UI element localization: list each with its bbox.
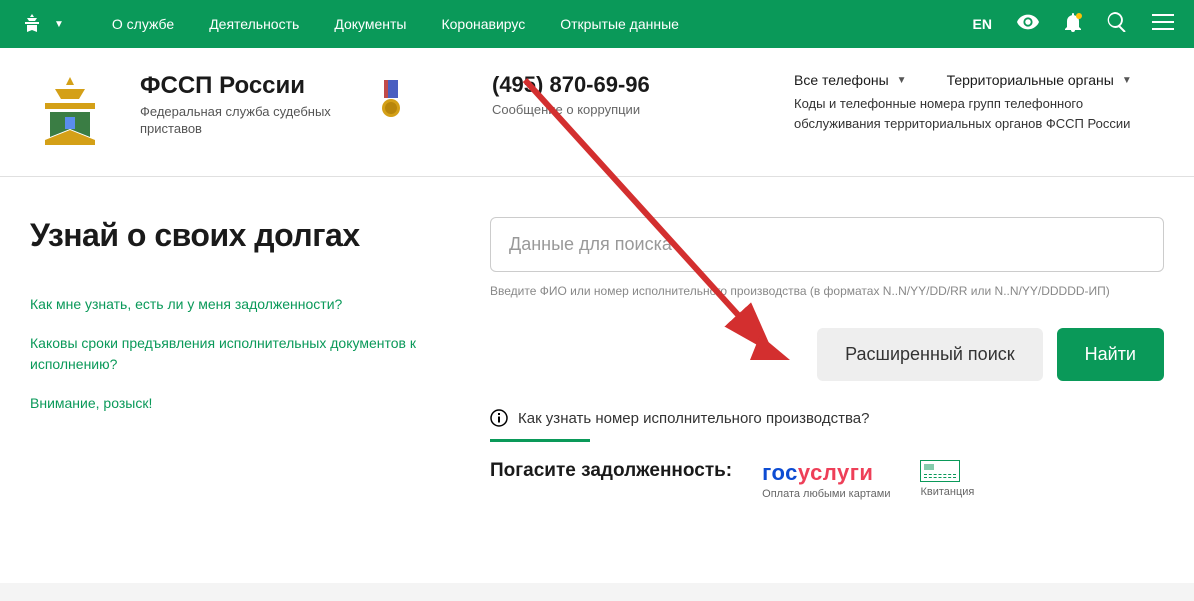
notifications-icon[interactable] [1064, 12, 1082, 37]
top-nav-bar: ▼ О службе Деятельность Документы Корона… [0, 0, 1194, 48]
nav-opendata[interactable]: Открытые данные [560, 16, 679, 32]
emblem-icon [20, 12, 44, 36]
receipt-label: Квитанция [920, 486, 974, 498]
right-column: Введите ФИО или номер исполнительного пр… [490, 217, 1164, 500]
org-title: ФССП России [140, 72, 340, 100]
footer-strip [0, 583, 1194, 601]
medal-icon [380, 80, 402, 120]
coat-of-arms-icon [30, 72, 110, 152]
nav-activity[interactable]: Деятельность [209, 16, 299, 32]
nav-coronavirus[interactable]: Коронавирус [441, 16, 525, 32]
receipt-icon [920, 460, 960, 482]
dropdown-phones-label: Все телефоны [794, 72, 889, 88]
info-row[interactable]: Как узнать номер исполнительного произво… [490, 409, 1164, 427]
header-description: Коды и телефонные номера групп телефонно… [794, 94, 1164, 133]
hero-title: Узнай о своих долгах [30, 217, 430, 254]
faq-link-3[interactable]: Внимание, розыск! [30, 393, 430, 414]
eye-icon [1017, 13, 1039, 31]
header-right-links: Все телефоны ▼ Территориальные органы ▼ … [794, 72, 1164, 133]
nav-links: О службе Деятельность Документы Коронави… [112, 16, 679, 32]
chevron-down-icon: ▼ [897, 75, 907, 86]
phone-caption: Сообщение о коррупции [492, 102, 650, 117]
dropdown-territories-label: Территориальные органы [947, 72, 1114, 88]
button-row: Расширенный поиск Найти [490, 328, 1164, 381]
org-title-block: ФССП России Федеральная служба судебных … [140, 72, 340, 138]
search-icon[interactable] [1107, 12, 1127, 37]
find-button[interactable]: Найти [1057, 328, 1164, 381]
magnifier-icon [1107, 12, 1127, 32]
chevron-down-icon: ▼ [1122, 75, 1132, 86]
advanced-search-button[interactable]: Расширенный поиск [817, 328, 1043, 381]
divider [490, 439, 590, 442]
left-column: Узнай о своих долгах Как мне узнать, ест… [30, 217, 430, 500]
gosuslugi-caption: Оплата любыми картами [762, 488, 890, 500]
gosuslugi-logo: госуслуги [762, 460, 890, 486]
main-content: Узнай о своих долгах Как мне узнать, ест… [0, 177, 1194, 540]
language-toggle[interactable]: EN [973, 16, 992, 32]
gosuslugi-link[interactable]: госуслуги Оплата любыми картами [762, 460, 890, 500]
info-icon [490, 409, 508, 427]
emblem-logo[interactable]: ▼ [20, 12, 64, 36]
notification-dot [1076, 13, 1082, 19]
nav-left: ▼ О службе Деятельность Документы Корона… [20, 12, 679, 36]
search-hint: Введите ФИО или номер исполнительного пр… [490, 282, 1164, 300]
org-subtitle: Федеральная служба судебных приставов [140, 104, 340, 138]
phone-number[interactable]: (495) 870-69-96 [492, 72, 650, 98]
burger-icon [1152, 14, 1174, 30]
search-input[interactable] [490, 217, 1164, 272]
info-question-text: Как узнать номер исполнительного произво… [518, 410, 869, 427]
header-block: ФССП России Федеральная служба судебных … [0, 48, 1194, 177]
dropdown-territories[interactable]: Территориальные органы ▼ [947, 72, 1132, 88]
dropdown-phones[interactable]: Все телефоны ▼ [794, 72, 907, 88]
faq-link-1[interactable]: Как мне узнать, есть ли у меня задолженн… [30, 294, 430, 315]
faq-link-2[interactable]: Каковы сроки предъявления исполнительных… [30, 333, 430, 375]
nav-about[interactable]: О службе [112, 16, 174, 32]
chevron-down-icon: ▼ [54, 19, 64, 30]
payment-title: Погасите задолженность: [490, 460, 732, 482]
accessibility-icon[interactable] [1017, 13, 1039, 36]
contact-column: (495) 870-69-96 Сообщение о коррупции [492, 72, 650, 117]
nav-documents[interactable]: Документы [334, 16, 406, 32]
nav-right: EN [973, 12, 1174, 37]
payment-row: Погасите задолженность: госуслуги Оплата… [490, 460, 1164, 500]
receipt-link[interactable]: Квитанция [920, 460, 974, 498]
dropdown-row: Все телефоны ▼ Территориальные органы ▼ [794, 72, 1164, 88]
menu-icon[interactable] [1152, 14, 1174, 35]
